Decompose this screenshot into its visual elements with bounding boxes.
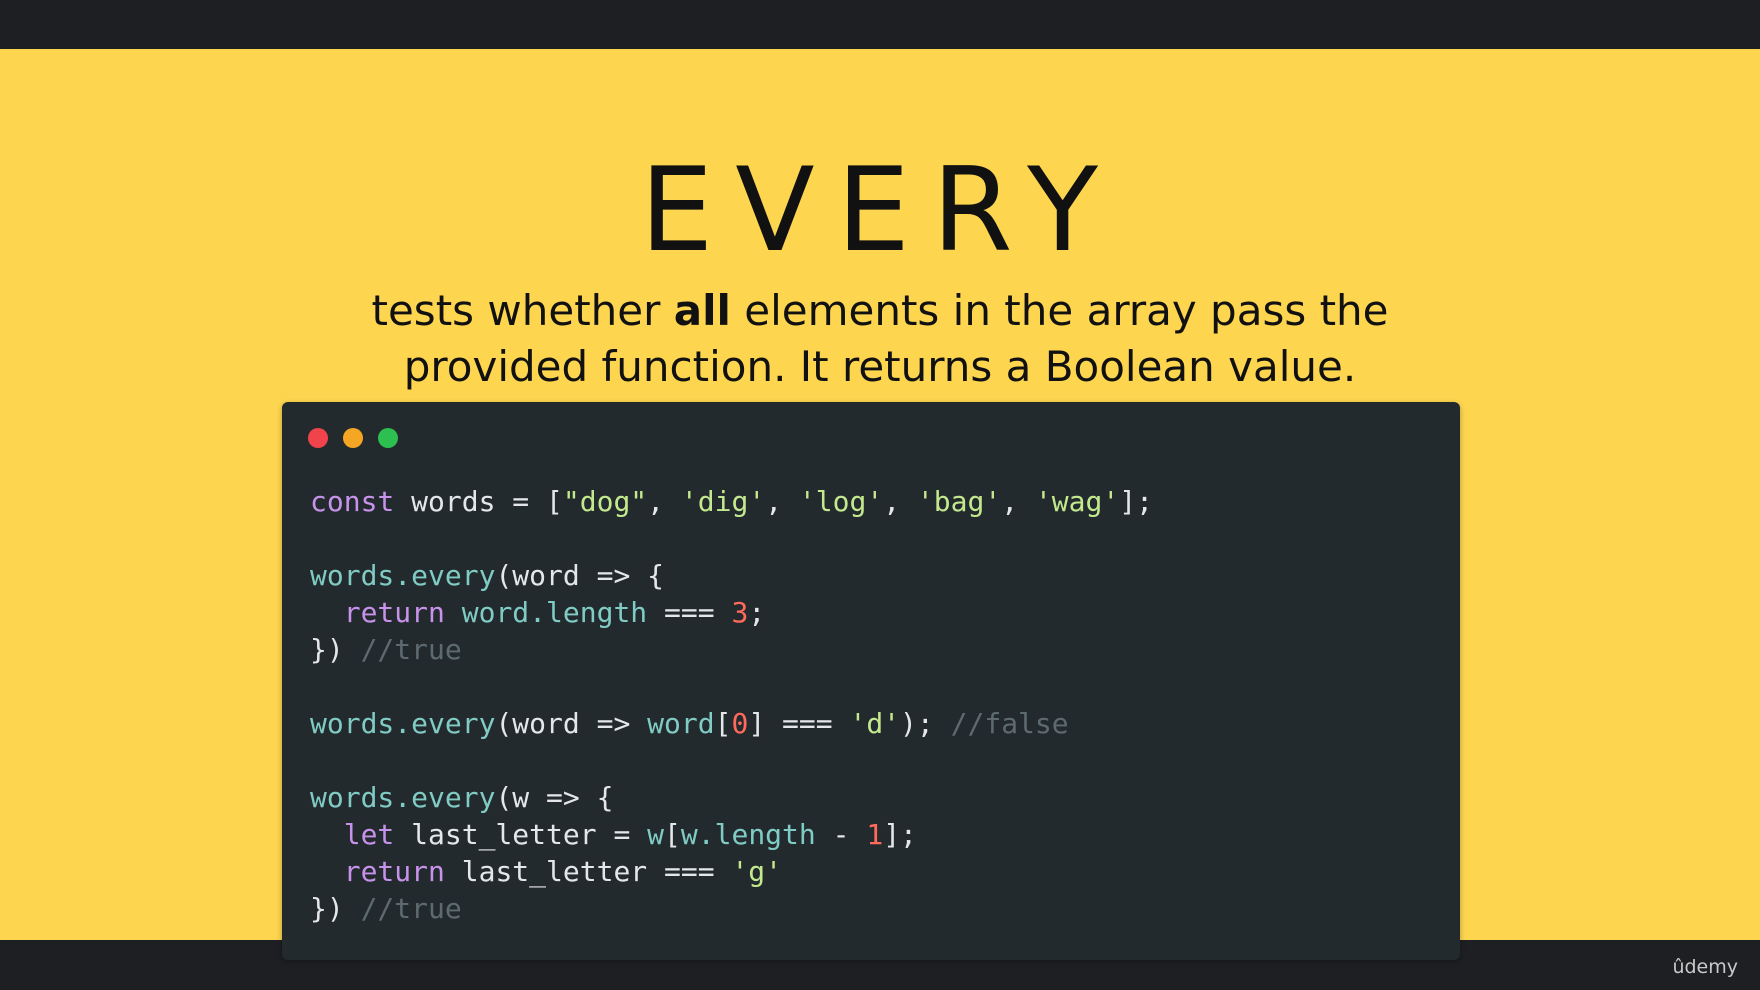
code-line: words.every(word => { — [310, 559, 665, 592]
maximize-dot-icon — [378, 428, 398, 448]
code-line: let last_letter = w[w.length - 1]; — [343, 818, 917, 851]
window-controls — [308, 428, 398, 448]
code-line: }) //true — [310, 892, 462, 925]
code-line: words.every(w => { — [310, 781, 614, 814]
code-line: words.every(word => word[0] === 'd'); //… — [310, 707, 1069, 740]
code-window: const words = ["dog", 'dig', 'log', 'bag… — [282, 402, 1460, 960]
close-dot-icon — [308, 428, 328, 448]
code-line: return word.length === 3; — [343, 596, 766, 629]
minimize-dot-icon — [343, 428, 363, 448]
subtitle-text: elements in the array pass the — [730, 286, 1389, 335]
subtitle-emphasis: all — [673, 286, 731, 335]
udemy-logo: ûdemy — [1672, 956, 1738, 978]
code-line: const words = ["dog", 'dig', 'log', 'bag… — [310, 485, 1153, 518]
slide: EVERY tests whether all elements in the … — [0, 49, 1760, 960]
code-line: return last_letter === 'g' — [343, 855, 783, 888]
slide-title: EVERY — [640, 143, 1120, 278]
slide-subtitle: tests whether all elements in the array … — [0, 283, 1760, 395]
video-frame: EVERY tests whether all elements in the … — [0, 0, 1760, 990]
subtitle-text: provided function. It returns a Boolean … — [403, 342, 1357, 391]
subtitle-text: tests whether — [371, 286, 674, 335]
code-line: }) //true — [310, 633, 462, 666]
code-block: const words = ["dog", 'dig', 'log', 'bag… — [310, 483, 1153, 927]
